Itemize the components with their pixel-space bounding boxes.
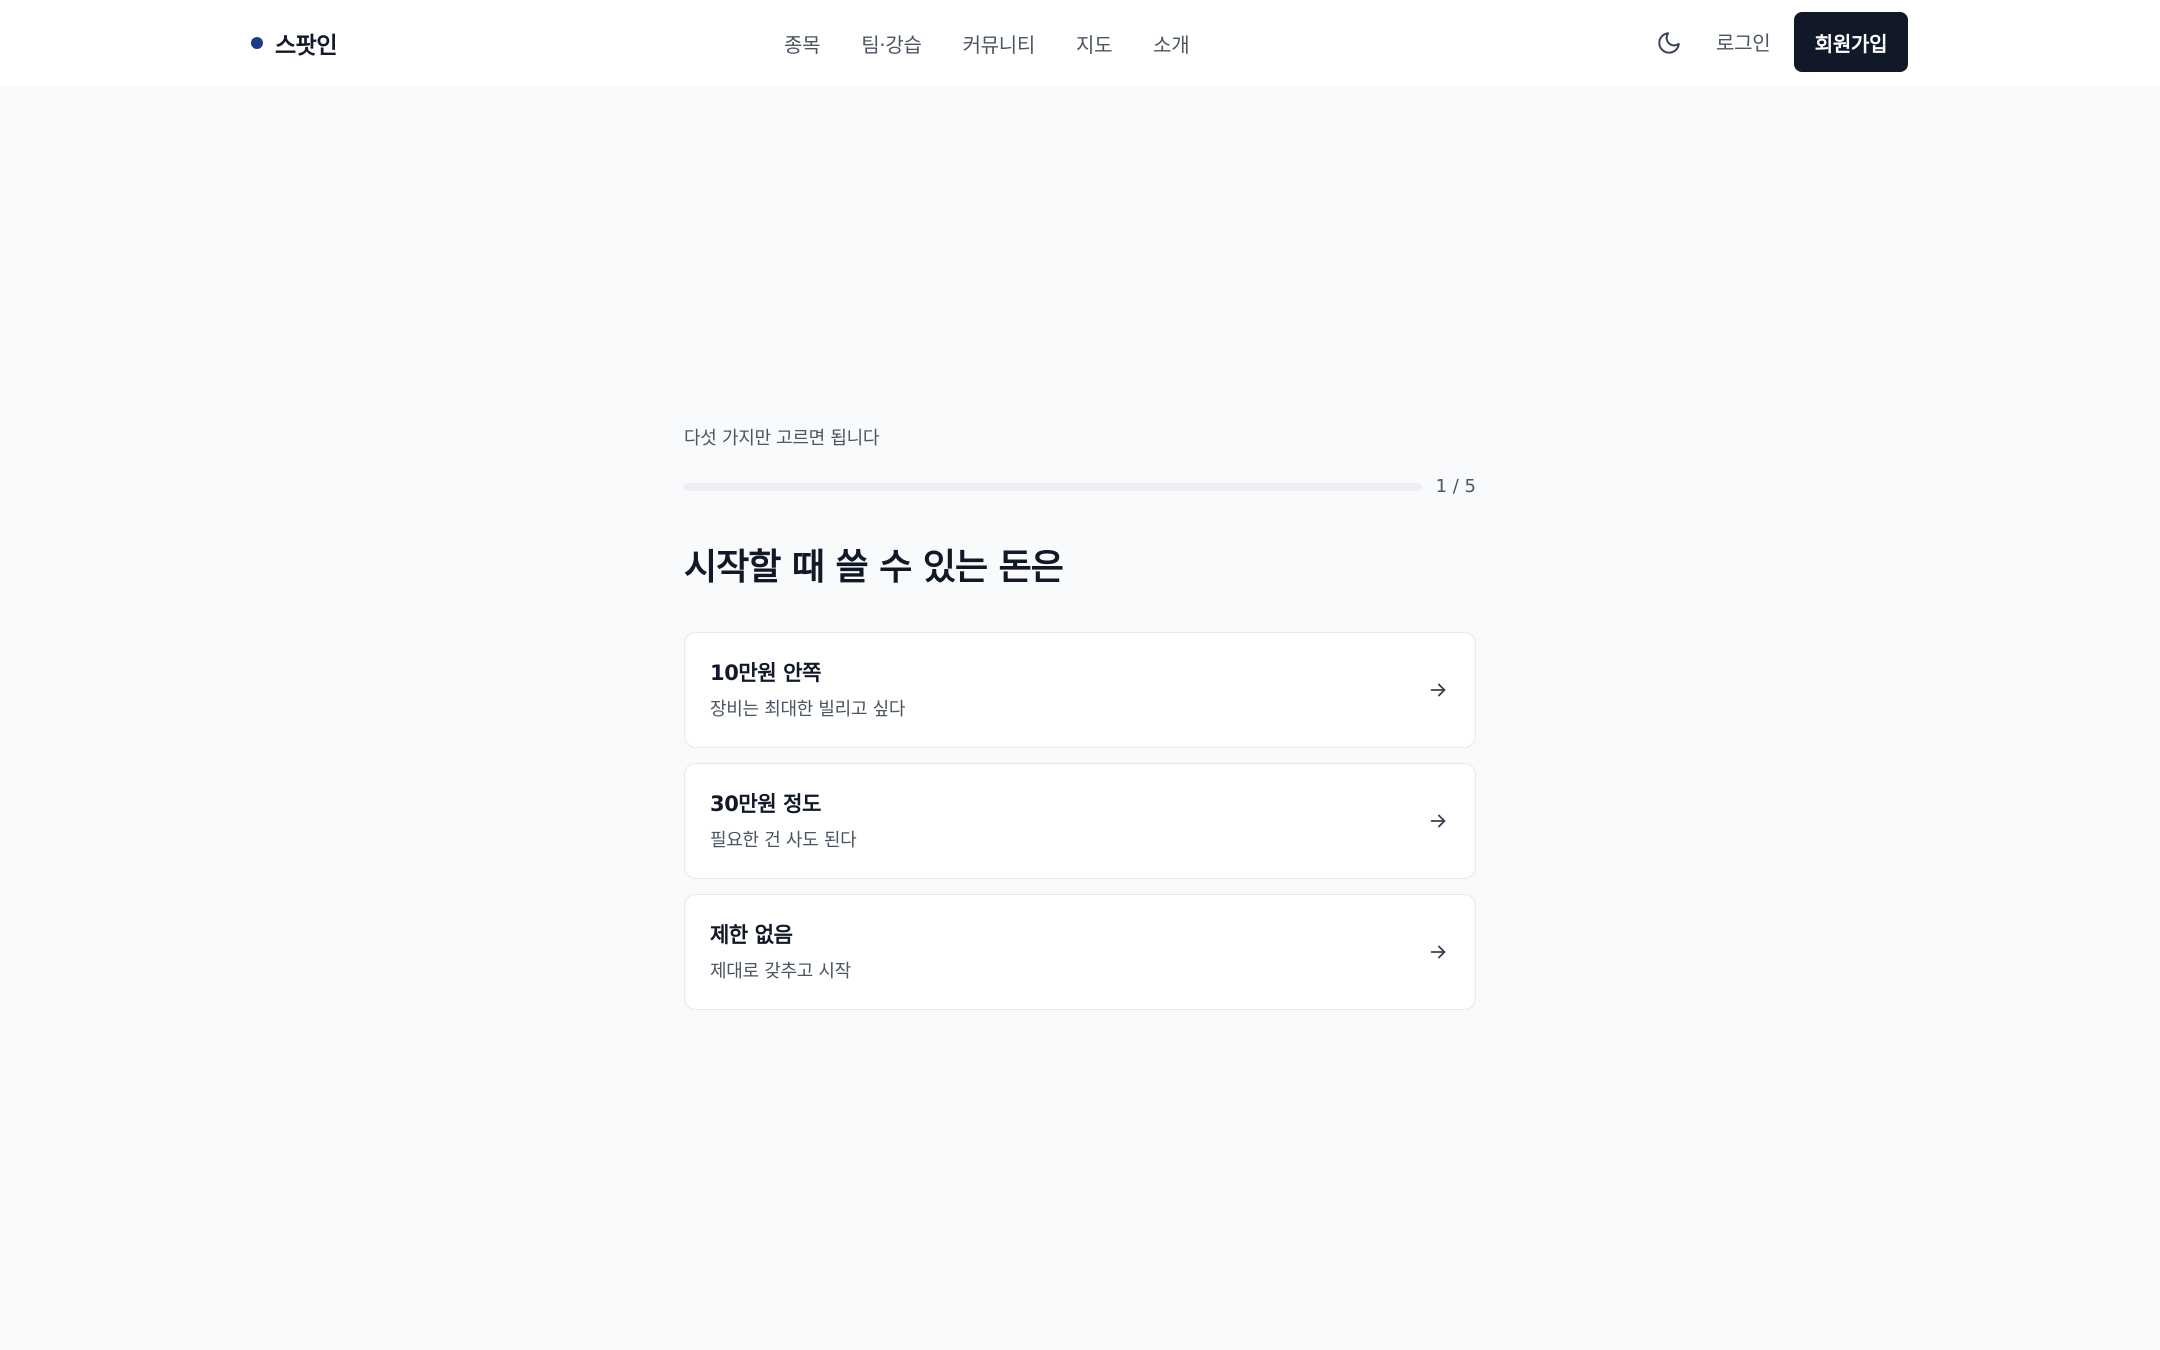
login-link[interactable]: 로그인 xyxy=(1716,26,1771,60)
progress-bar-fill xyxy=(684,483,832,491)
option-card-no-limit[interactable]: 제한 없음 제대로 갖추고 시작 xyxy=(684,894,1476,1010)
option-card-around-300k[interactable]: 30만원 정도 필요한 건 사도 된다 xyxy=(684,763,1476,879)
theme-toggle-button[interactable] xyxy=(1654,28,1684,58)
progress-text: 1 / 5 xyxy=(1435,476,1476,497)
option-card-under-100k[interactable]: 10만원 안쪽 장비는 최대한 빌리고 싶다 xyxy=(684,632,1476,748)
arrow-right-icon xyxy=(1425,808,1451,834)
nav-item-about[interactable]: 소개 xyxy=(1153,29,1190,58)
top-navigation-bar: 스팟인 종목 팀·강습 커뮤니티 지도 소개 로그인 회원가입 xyxy=(0,0,2160,86)
moon-icon xyxy=(1658,32,1680,54)
signup-button[interactable]: 회원가입 xyxy=(1794,12,1908,72)
progress-bar xyxy=(684,483,1422,491)
option-description: 필요한 건 사도 된다 xyxy=(710,830,857,851)
main-nav: 종목 팀·강습 커뮤니티 지도 소개 xyxy=(784,26,1190,60)
brand-logo[interactable]: 스팟인 xyxy=(251,26,337,60)
quiz-section: 다섯 가지만 고르면 됩니다 1 / 5 시작할 때 쓸 수 있는 돈은 10만… xyxy=(684,424,1476,1025)
option-title: 30만원 정도 xyxy=(710,792,822,816)
question-title: 시작할 때 쓸 수 있는 돈은 xyxy=(684,547,1064,588)
arrow-right-icon xyxy=(1425,677,1451,703)
arrow-right-icon xyxy=(1425,939,1451,965)
nav-item-map[interactable]: 지도 xyxy=(1076,29,1113,58)
option-title: 10만원 안쪽 xyxy=(710,661,822,685)
step-hint: 다섯 가지만 고르면 됩니다 xyxy=(684,428,880,449)
progress-row: 1 / 5 xyxy=(684,476,1476,498)
nav-item-sports[interactable]: 종목 xyxy=(784,29,821,58)
option-title: 제한 없음 xyxy=(710,923,793,947)
brand-dot-icon xyxy=(251,37,263,49)
nav-item-teams-lessons[interactable]: 팀·강습 xyxy=(861,29,922,58)
option-description: 장비는 최대한 빌리고 싶다 xyxy=(710,699,906,720)
option-list: 10만원 안쪽 장비는 최대한 빌리고 싶다 30만원 정도 필요한 건 사도 … xyxy=(684,632,1476,1010)
brand-name: 스팟인 xyxy=(275,33,337,59)
nav-item-community[interactable]: 커뮤니티 xyxy=(963,29,1036,58)
option-description: 제대로 갖추고 시작 xyxy=(710,961,851,982)
